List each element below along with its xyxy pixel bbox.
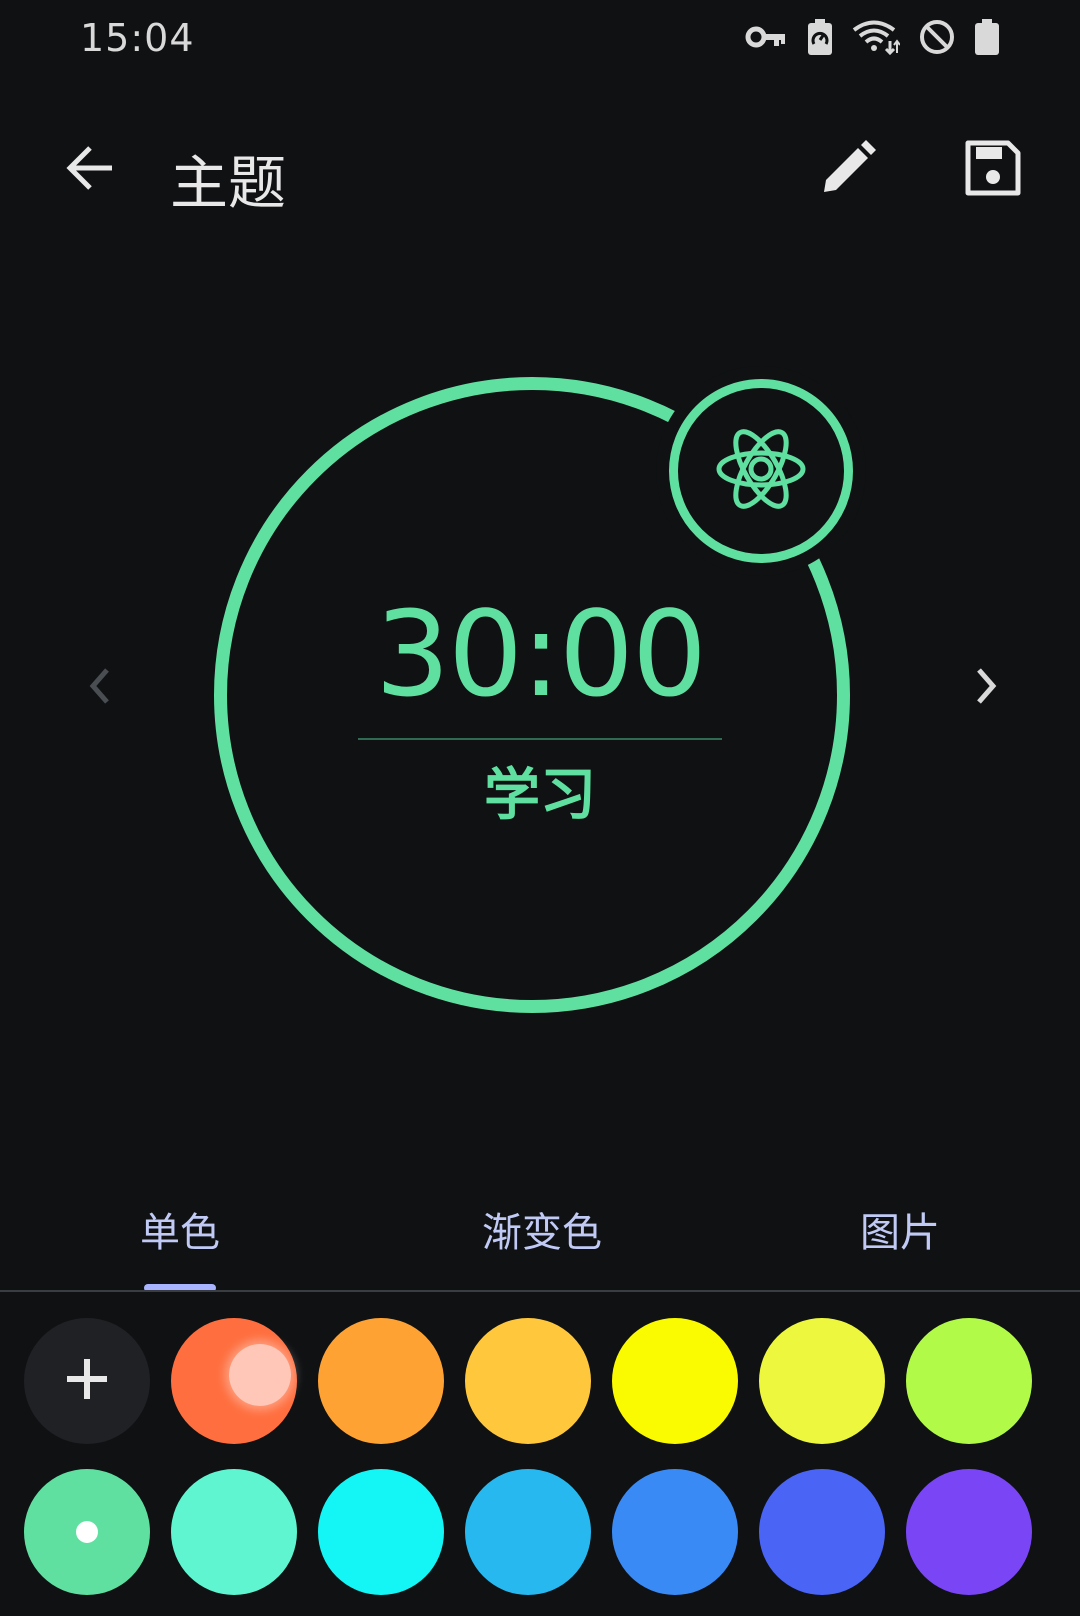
color-swatch[interactable]: [465, 1469, 591, 1595]
touch-ripple: [229, 1344, 291, 1406]
status-bar: 15:04: [0, 0, 1080, 80]
category-badge: [669, 379, 853, 563]
selected-indicator: [76, 1521, 98, 1543]
pencil-icon: [818, 138, 878, 202]
tabs-divider: [0, 1290, 1080, 1292]
battery-saver-icon: [806, 18, 834, 56]
do-not-disturb-icon: [918, 18, 956, 56]
back-button[interactable]: [52, 132, 128, 208]
color-swatch-selected[interactable]: [24, 1469, 150, 1595]
color-swatch[interactable]: [465, 1318, 591, 1444]
arrow-back-icon: [64, 142, 116, 198]
theme-preview: 30:00 学习: [0, 360, 1080, 1040]
status-icons: [744, 18, 1000, 56]
color-swatch[interactable]: [318, 1318, 444, 1444]
status-time: 15:04: [80, 16, 195, 60]
color-swatch[interactable]: [906, 1318, 1032, 1444]
timer-divider: [358, 738, 722, 740]
color-swatch[interactable]: [171, 1469, 297, 1595]
color-swatch[interactable]: [318, 1469, 444, 1595]
tab-image[interactable]: 图片: [860, 1200, 940, 1258]
wifi-icon: [852, 19, 900, 55]
color-swatch[interactable]: [906, 1469, 1032, 1595]
color-swatch[interactable]: [759, 1318, 885, 1444]
timer-time: 30:00: [374, 585, 707, 723]
chevron-right-icon: [971, 666, 1001, 710]
timer-label: 学习: [484, 763, 596, 828]
save-button[interactable]: [955, 132, 1031, 208]
plus-icon: [63, 1355, 111, 1407]
floppy-disk-icon: [964, 139, 1022, 201]
color-swatch[interactable]: [759, 1469, 885, 1595]
battery-icon: [974, 18, 1000, 56]
chevron-left-icon: [85, 666, 115, 710]
tab-solid-color[interactable]: 单色: [140, 1200, 220, 1258]
app-bar: 主题: [0, 110, 1080, 230]
color-swatch[interactable]: [612, 1318, 738, 1444]
atom-icon: [711, 419, 811, 523]
add-color-button[interactable]: [24, 1318, 150, 1444]
color-swatch[interactable]: [612, 1469, 738, 1595]
edit-button[interactable]: [810, 132, 886, 208]
tab-gradient[interactable]: 渐变色: [482, 1200, 602, 1258]
theme-screen: 15:04 主题 30:00 学习 单色 渐变色 图片: [0, 0, 1080, 1616]
color-swatch[interactable]: [171, 1318, 297, 1444]
theme-type-tabs: 单色 渐变色 图片: [0, 1180, 1080, 1292]
previous-theme-button[interactable]: [72, 660, 128, 716]
next-theme-button[interactable]: [958, 660, 1014, 716]
vpn-key-icon: [744, 19, 788, 55]
page-title: 主题: [170, 149, 287, 217]
